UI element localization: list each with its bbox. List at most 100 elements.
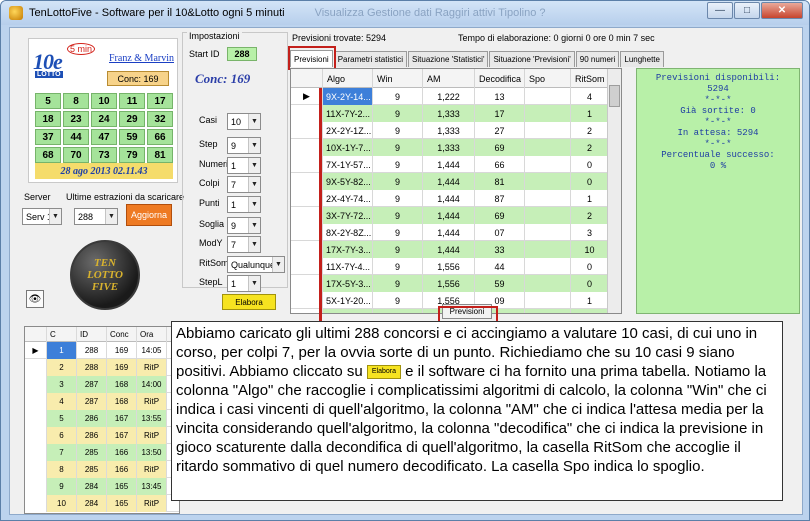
cell-win: 9 [373,241,423,258]
row-indicator [25,393,47,410]
chevron-down-icon: ▼ [248,138,260,153]
table-row[interactable]: 8X-2Y-8Z... 9 1,444 07 3 [291,224,609,241]
history-row[interactable]: 6 286 167 RitP [25,427,179,444]
cell-dec: 27 [475,122,525,139]
cell-dec: 07 [475,224,525,241]
history-row[interactable]: 2 288 169 RitP [25,359,179,376]
draw-date: 28 ago 2013 02.11.43 [35,163,173,179]
update-button[interactable]: Aggiorna [126,204,172,226]
setting-select[interactable]: Qualunque ▼ [227,256,285,273]
history-column-header[interactable]: Ora [137,327,167,342]
history-grid[interactable]: C ID Conc Ora ▶ 1 288 169 14:05 2 288 169 RitP 3 287 1… [24,326,180,514]
logo-5min: 5 min [67,43,96,55]
history-cell-ora: RitP [137,495,167,512]
history-cell-id: 286 [77,410,107,427]
setting-select[interactable]: 9 ▼ [227,137,261,154]
history-row[interactable]: 8 285 166 RitP [25,461,179,478]
table-row[interactable]: 11X-7Y-2... 9 1,333 17 1 [291,105,609,122]
extractions-select[interactable]: 288 ▼ [74,208,118,225]
drawn-number: 73 [91,147,117,163]
tab-3[interactable]: Situazione 'Previsioni' [489,51,575,67]
cell-dec: 59 [475,275,525,292]
elabora-button[interactable]: Elabora [222,294,276,310]
cell-algo: 8X-2Y-8Z... [323,224,373,241]
setting-select[interactable]: 10 ▼ [227,113,261,130]
table-row[interactable]: 2X-2Y-1Z... 9 1,333 27 2 [291,122,609,139]
cell-algo: 2X-4Y-74... [323,190,373,207]
drawn-number: 24 [91,111,117,127]
tab-4[interactable]: 90 numeri [575,51,620,67]
cell-spo [525,275,571,292]
setting-select[interactable]: 1 ▼ [227,275,261,292]
cell-dec: 69 [475,139,525,156]
cell-am: 1,444 [423,207,475,224]
predictions-grid[interactable]: Algo Win AM Decodifica Spo RitSom ▶ 9X-2Y-14..… [290,68,622,314]
history-cell-ora: 13:55 [137,410,167,427]
cell-dec: 66 [475,156,525,173]
history-row[interactable]: ▶ 1 288 169 14:05 [25,342,179,359]
history-row[interactable]: 5 286 167 13:55 [25,410,179,427]
minimize-button[interactable]: — [707,2,733,19]
history-column-header[interactable]: C [47,327,77,342]
setting-select[interactable]: 9 ▼ [227,217,261,234]
drawn-number: 18 [35,111,61,127]
cell-rit: 0 [571,258,609,275]
setting-value: 1 [231,278,237,289]
drawn-number: 8 [63,93,89,109]
table-row[interactable]: 7X-1Y-57... 9 1,444 66 0 [291,156,609,173]
cell-am: 1,222 [423,88,475,105]
drawn-number: 11 [119,93,145,109]
history-cell-c: 3 [47,376,77,393]
tab-5[interactable]: Lunghette [620,51,664,67]
column-header[interactable]: RitSom [571,69,609,88]
cell-spo [525,156,571,173]
cell-algo: 9X-5Y-82... [323,173,373,190]
history-column-header[interactable]: Conc [107,327,137,342]
table-row[interactable]: 2X-4Y-74... 9 1,444 87 1 [291,190,609,207]
row-indicator-header [291,69,323,88]
setting-label: Soglia [199,219,225,229]
tenlottofive-emblem: TEN LOTTO FIVE [70,240,140,310]
column-header[interactable]: Decodifica [475,69,525,88]
history-row[interactable]: 4 287 168 RitP [25,393,179,410]
cell-rit: 1 [571,292,609,309]
column-header[interactable]: Win [373,69,423,88]
drawn-number: 59 [119,129,145,145]
table-row[interactable]: ▶ 9X-2Y-14... 9 1,222 13 4 [291,88,609,105]
setting-select[interactable]: 1 ▼ [227,196,261,213]
history-row[interactable]: 7 285 166 13:50 [25,444,179,461]
history-cell-c: 9 [47,478,77,495]
grid-scrollbar[interactable] [607,69,621,313]
history-row[interactable]: 9 284 165 13:45 [25,478,179,495]
scroll-thumb[interactable] [609,85,620,107]
setting-select[interactable]: 1 ▼ [227,157,261,174]
drawn-number: 66 [147,129,173,145]
author-link[interactable]: Franz & Marvin [109,53,174,64]
emblem-line-1: TEN [94,257,116,269]
history-row[interactable]: 3 287 168 14:00 [25,376,179,393]
column-header[interactable]: Spo [525,69,571,88]
table-row[interactable]: 10X-1Y-7... 9 1,333 69 2 [291,139,609,156]
tab-1[interactable]: Parametri statistici [333,51,408,67]
setting-select[interactable]: 7 ▼ [227,176,261,193]
server-select[interactable]: Serv 1 ▼ [22,208,62,225]
history-cell-conc: 169 [107,359,137,376]
table-row[interactable]: 17X-7Y-3... 9 1,444 33 10 [291,241,609,258]
table-row[interactable]: 17X-5Y-3... 9 1,556 59 0 [291,275,609,292]
history-row[interactable]: 10 284 165 RitP [25,495,179,512]
history-cell-id: 284 [77,495,107,512]
table-row[interactable]: 9X-5Y-82... 9 1,444 81 0 [291,173,609,190]
maximize-button[interactable]: □ [734,2,760,19]
info-line: Percentuale successo: [661,150,775,160]
setting-select[interactable]: 7 ▼ [227,236,261,253]
column-header[interactable]: Algo [323,69,373,88]
eye-icon[interactable]: 👁 [26,290,44,308]
setting-label: Punti [199,198,220,208]
extractions-label: Ultime estrazioni da scaricare [66,192,185,202]
close-button[interactable]: ✕ [761,2,803,19]
column-header[interactable]: AM [423,69,475,88]
tab-2[interactable]: Situazione 'Statistici' [408,51,489,67]
table-row[interactable]: 3X-7Y-72... 9 1,444 69 2 [291,207,609,224]
table-row[interactable]: 11X-7Y-4... 9 1,556 44 0 [291,258,609,275]
history-column-header[interactable]: ID [77,327,107,342]
